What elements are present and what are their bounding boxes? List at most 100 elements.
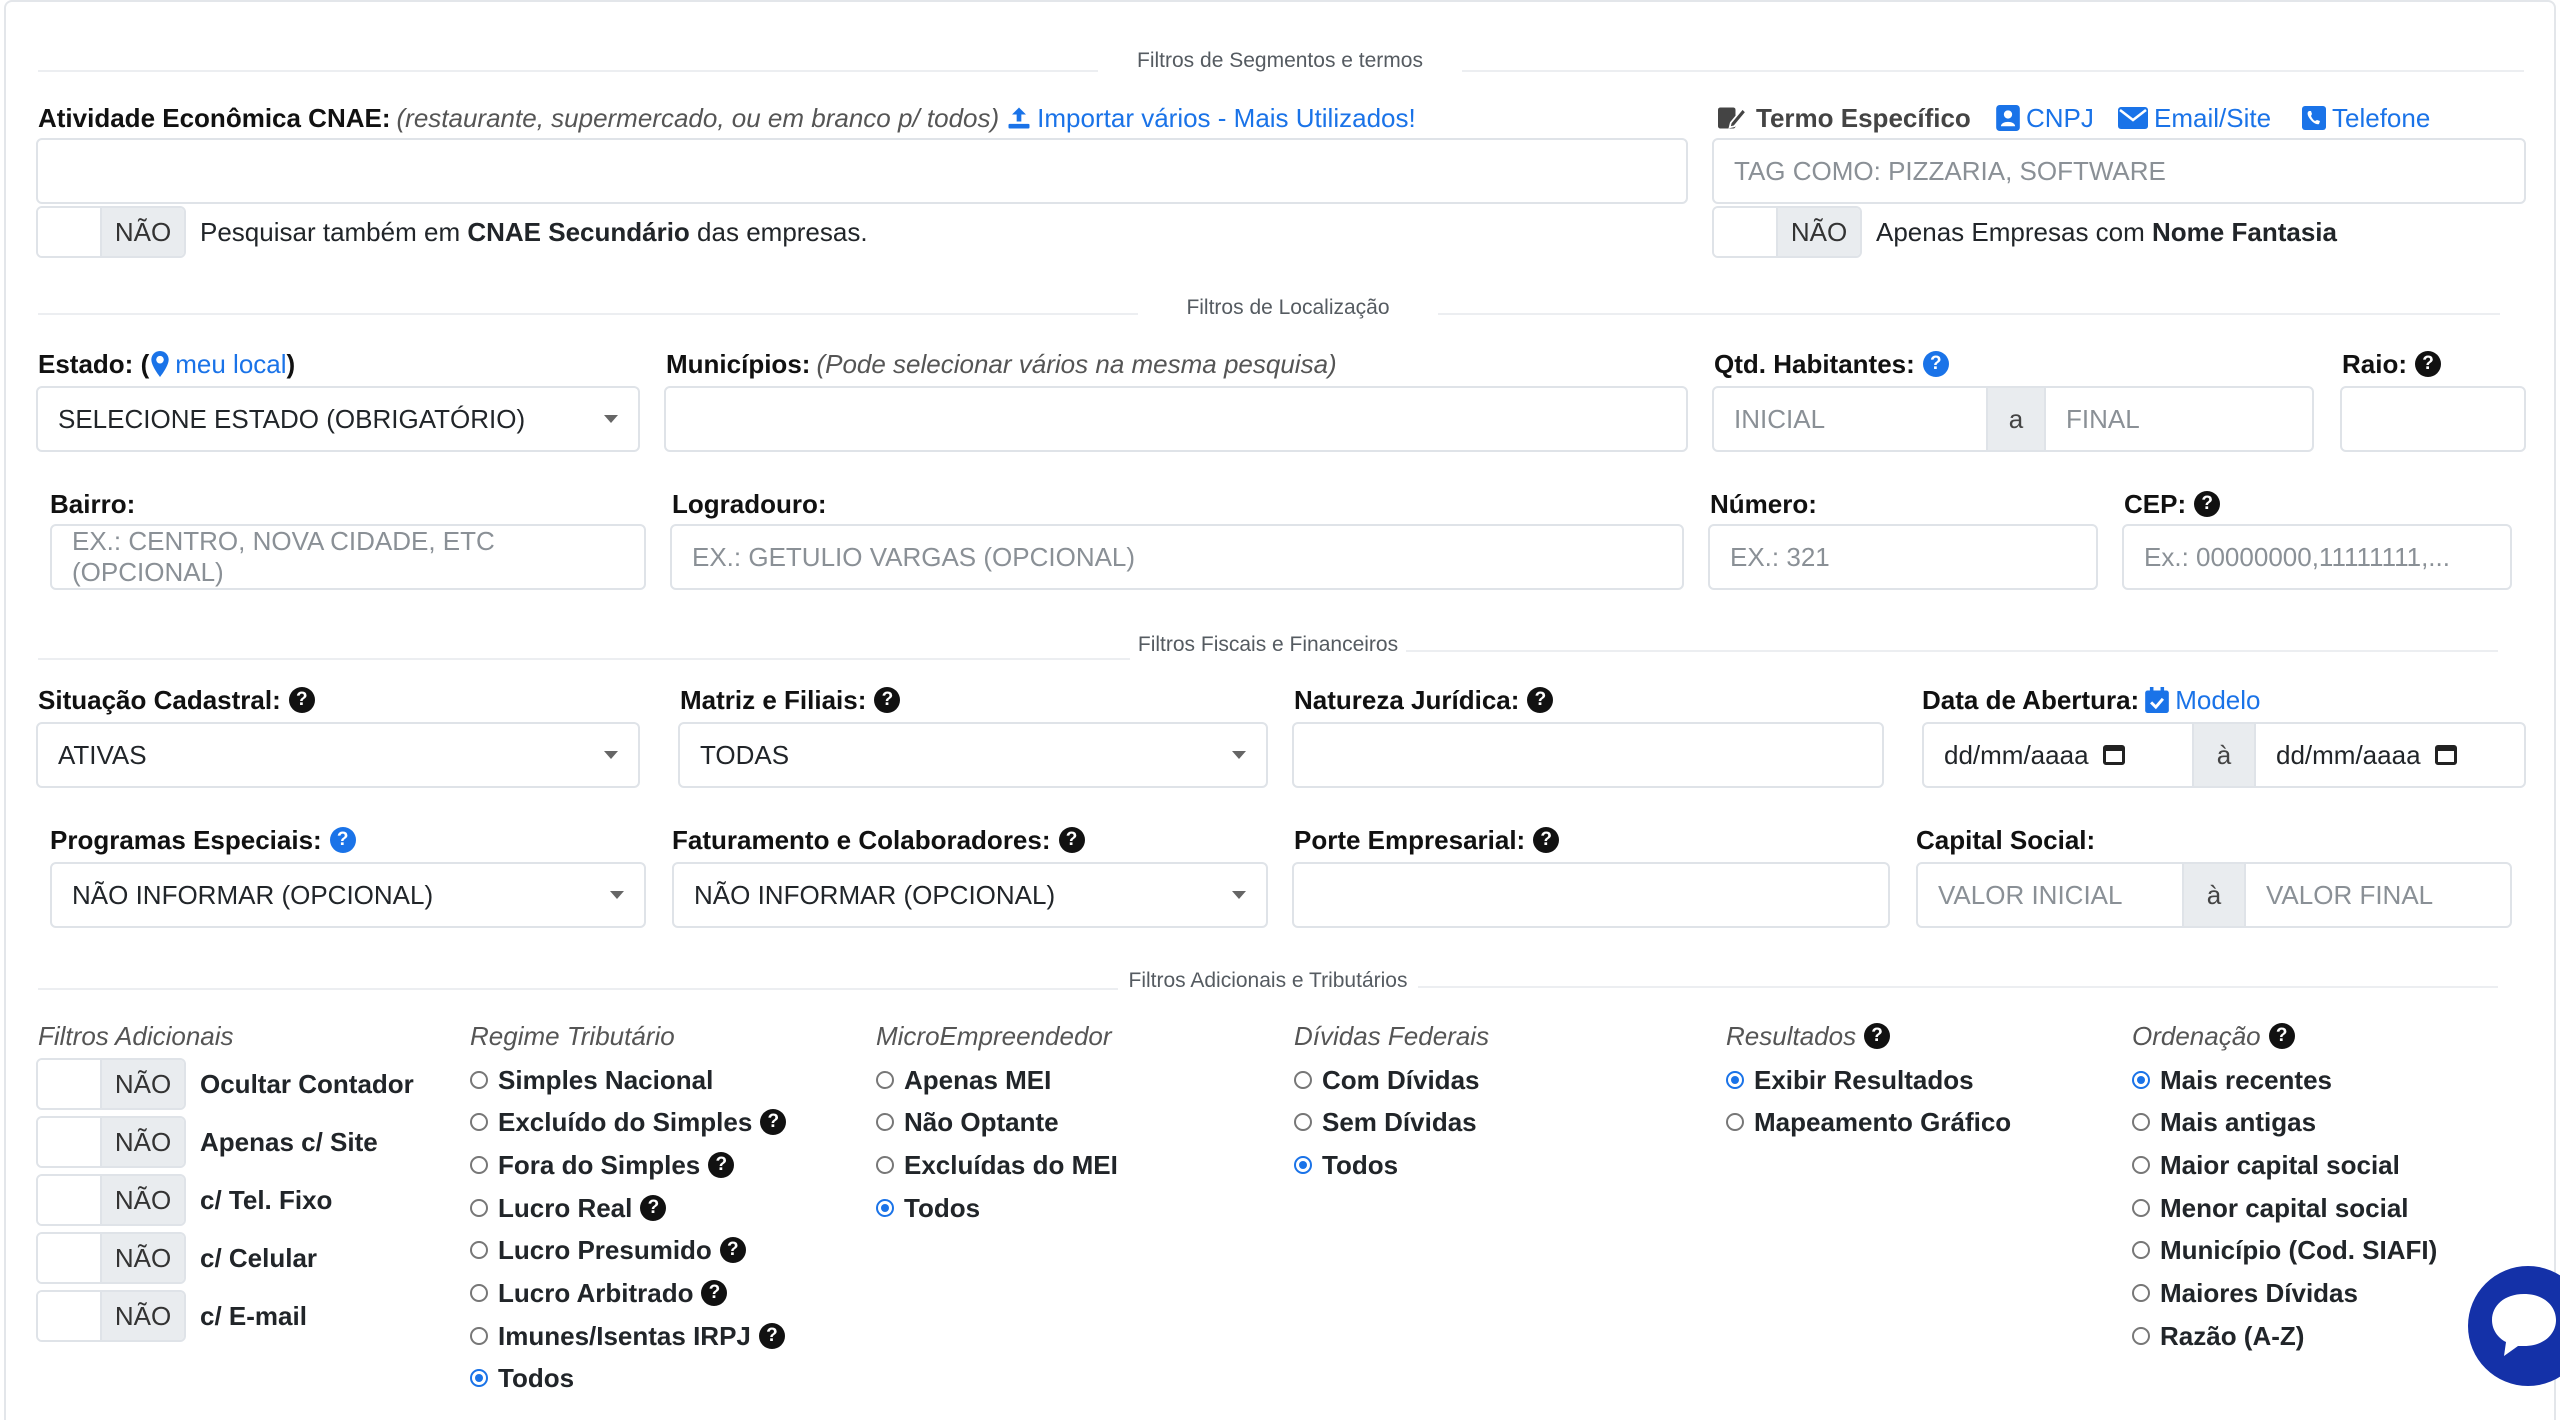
toggle-switch[interactable]: NÃO xyxy=(36,1174,186,1226)
matriz-select[interactable]: TODAS xyxy=(678,722,1268,788)
help-icon[interactable]: ? xyxy=(1864,1023,1891,1049)
toggle-switch[interactable]: NÃO xyxy=(1712,206,1862,258)
help-icon[interactable]: ? xyxy=(874,687,901,713)
tel-fixo-toggle[interactable]: NÃO c/ Tel. Fixo xyxy=(36,1174,332,1226)
logradouro-label: Logradouro: xyxy=(672,488,827,519)
programas-select[interactable]: NÃO INFORMAR (OPCIONAL) xyxy=(50,862,646,928)
help-icon[interactable]: ? xyxy=(1058,827,1085,853)
natureza-input[interactable] xyxy=(1292,722,1884,788)
chevron-down-icon xyxy=(604,415,618,423)
cnae-label-row: Atividade Econômica CNAE: (restaurante, … xyxy=(38,100,1416,136)
numero-input[interactable]: EX.: 321 xyxy=(1708,524,2098,590)
bairro-label: Bairro: xyxy=(50,488,136,519)
natureza-label-row: Natureza Jurídica:? xyxy=(1294,682,1554,718)
radio-lucro-presumido[interactable]: Lucro Presumido? xyxy=(470,1230,746,1270)
radio-apenas-mei[interactable]: Apenas MEI xyxy=(876,1060,1051,1100)
radio-mais-antigas[interactable]: Mais antigas xyxy=(2132,1102,2316,1142)
numero-label: Número: xyxy=(1710,488,1817,519)
radio-maior-capital[interactable]: Maior capital social xyxy=(2132,1145,2400,1185)
email-toggle[interactable]: NÃO c/ E-mail xyxy=(36,1290,307,1342)
meu-local-link[interactable]: meu local xyxy=(175,349,286,380)
tab-email-site[interactable]: Email/Site xyxy=(2118,100,2271,136)
nome-fantasia-toggle[interactable]: NÃO Apenas Empresas com Nome Fantasia xyxy=(1712,206,2337,258)
radio-municipio-siafi[interactable]: Município (Cod. SIAFI) xyxy=(2132,1230,2437,1270)
help-icon[interactable]: ? xyxy=(1527,687,1554,713)
help-icon[interactable]: ? xyxy=(288,687,315,713)
section-divider xyxy=(38,658,1130,660)
help-icon: ? xyxy=(640,1195,667,1221)
radio-mapeamento-grafico[interactable]: Mapeamento Gráfico xyxy=(1726,1102,2011,1142)
radio-lucro-arbitrado[interactable]: Lucro Arbitrado? xyxy=(470,1273,728,1313)
section-divider xyxy=(38,313,1138,315)
raio-input[interactable] xyxy=(2340,386,2526,452)
edit-icon xyxy=(1718,107,1748,129)
radio-nao-optante[interactable]: Não Optante xyxy=(876,1102,1059,1142)
radio-sem-dividas[interactable]: Sem Dívidas xyxy=(1294,1102,1477,1142)
section-divider xyxy=(1462,70,2524,72)
radio-maiores-dividas[interactable]: Maiores Dívidas xyxy=(2132,1273,2358,1313)
radio-lucro-real[interactable]: Lucro Real? xyxy=(470,1188,667,1228)
radio-mei-todos[interactable]: Todos xyxy=(876,1188,980,1228)
municipios-input[interactable] xyxy=(664,386,1688,452)
bairro-input[interactable]: EX.: CENTRO, NOVA CIDADE, ETC (OPCIONAL) xyxy=(50,524,646,590)
habitantes-final-input[interactable]: FINAL xyxy=(2044,386,2314,452)
radio-exibir-resultados[interactable]: Exibir Resultados xyxy=(1726,1060,1974,1100)
help-icon[interactable]: ? xyxy=(2194,491,2221,517)
phone-icon xyxy=(2302,106,2326,130)
radio-regime-todos[interactable]: Todos xyxy=(470,1358,574,1398)
habitantes-inicial-input[interactable]: INICIAL xyxy=(1712,386,1988,452)
section-title-segments: Filtros de Segmentos e termos xyxy=(1137,49,1423,72)
logradouro-input[interactable]: EX.: GETULIO VARGAS (OPCIONAL) xyxy=(670,524,1684,590)
celular-toggle[interactable]: NÃO c/ Celular xyxy=(36,1232,317,1284)
help-icon[interactable]: ? xyxy=(2268,1023,2295,1049)
capital-final-input[interactable]: VALOR FINAL xyxy=(2244,862,2512,928)
faturamento-select[interactable]: NÃO INFORMAR (OPCIONAL) xyxy=(672,862,1268,928)
tab-telefone[interactable]: Telefone xyxy=(2302,100,2430,136)
toggle-switch[interactable]: NÃO xyxy=(36,1232,186,1284)
situacao-label-row: Situação Cadastral:? xyxy=(38,682,315,718)
apenas-site-toggle[interactable]: NÃO Apenas c/ Site xyxy=(36,1116,378,1168)
tab-cnpj[interactable]: CNPJ xyxy=(1996,100,2094,136)
cnae-secundario-text: Pesquisar também em CNAE Secundário das … xyxy=(200,216,868,247)
calendar-icon[interactable] xyxy=(2434,745,2457,765)
help-icon[interactable]: ? xyxy=(1922,351,1949,377)
map-pin-icon xyxy=(151,351,169,377)
radio-excluido-simples[interactable]: Excluído do Simples? xyxy=(470,1102,787,1142)
estado-select[interactable]: SELECIONE ESTADO (OBRIGATÓRIO) xyxy=(36,386,640,452)
toggle-switch[interactable]: NÃO xyxy=(36,206,186,258)
radio-dividas-todos[interactable]: Todos xyxy=(1294,1145,1398,1185)
modelo-link[interactable]: Modelo xyxy=(2145,685,2260,716)
section-divider xyxy=(1406,650,2498,652)
import-link[interactable]: Importar vários - Mais Utilizados! xyxy=(1005,103,1416,134)
abertura-final-date[interactable]: dd/mm/aaaa xyxy=(2254,722,2526,788)
radio-menor-capital[interactable]: Menor capital social xyxy=(2132,1188,2409,1228)
abertura-inicial-date[interactable]: dd/mm/aaaa xyxy=(1922,722,2194,788)
radio-mais-recentes[interactable]: Mais recentes xyxy=(2132,1060,2332,1100)
radio-simples-nacional[interactable]: Simples Nacional xyxy=(470,1060,713,1100)
cep-input[interactable]: Ex.: 00000000,11111111,... xyxy=(2122,524,2512,590)
radio-com-dividas[interactable]: Com Dívidas xyxy=(1294,1060,1480,1100)
capital-inicial-input[interactable]: VALOR INICIAL xyxy=(1916,862,2184,928)
help-icon[interactable]: ? xyxy=(1533,827,1560,853)
radio-imunes-isentas[interactable]: Imunes/Isentas IRPJ? xyxy=(470,1316,785,1356)
cnae-secundario-toggle[interactable]: NÃO Pesquisar também em CNAE Secundário … xyxy=(36,206,868,258)
ocultar-contador-toggle[interactable]: NÃO Ocultar Contador xyxy=(36,1058,414,1110)
toggle-switch[interactable]: NÃO xyxy=(36,1058,186,1110)
habitantes-label-row: Qtd. Habitantes:? xyxy=(1714,346,1949,382)
section-title-location: Filtros de Localização xyxy=(1186,296,1390,319)
radio-excluidas-mei[interactable]: Excluídas do MEI xyxy=(876,1145,1118,1185)
toggle-switch[interactable]: NÃO xyxy=(36,1290,186,1342)
term-input[interactable]: TAG COMO: PIZZARIA, SOFTWARE xyxy=(1712,138,2526,204)
calendar-icon[interactable] xyxy=(2102,745,2125,765)
situacao-select[interactable]: ATIVAS xyxy=(36,722,640,788)
toggle-switch[interactable]: NÃO xyxy=(36,1116,186,1168)
help-icon[interactable]: ? xyxy=(329,827,356,853)
help-icon: ? xyxy=(708,1152,735,1178)
help-icon[interactable]: ? xyxy=(2415,351,2441,377)
chevron-down-icon xyxy=(604,751,618,759)
cnae-input[interactable] xyxy=(36,138,1688,204)
porte-input[interactable] xyxy=(1292,862,1890,928)
chevron-down-icon xyxy=(1232,891,1246,899)
radio-fora-simples[interactable]: Fora do Simples? xyxy=(470,1145,735,1185)
radio-razao-az[interactable]: Razão (A-Z) xyxy=(2132,1316,2304,1356)
